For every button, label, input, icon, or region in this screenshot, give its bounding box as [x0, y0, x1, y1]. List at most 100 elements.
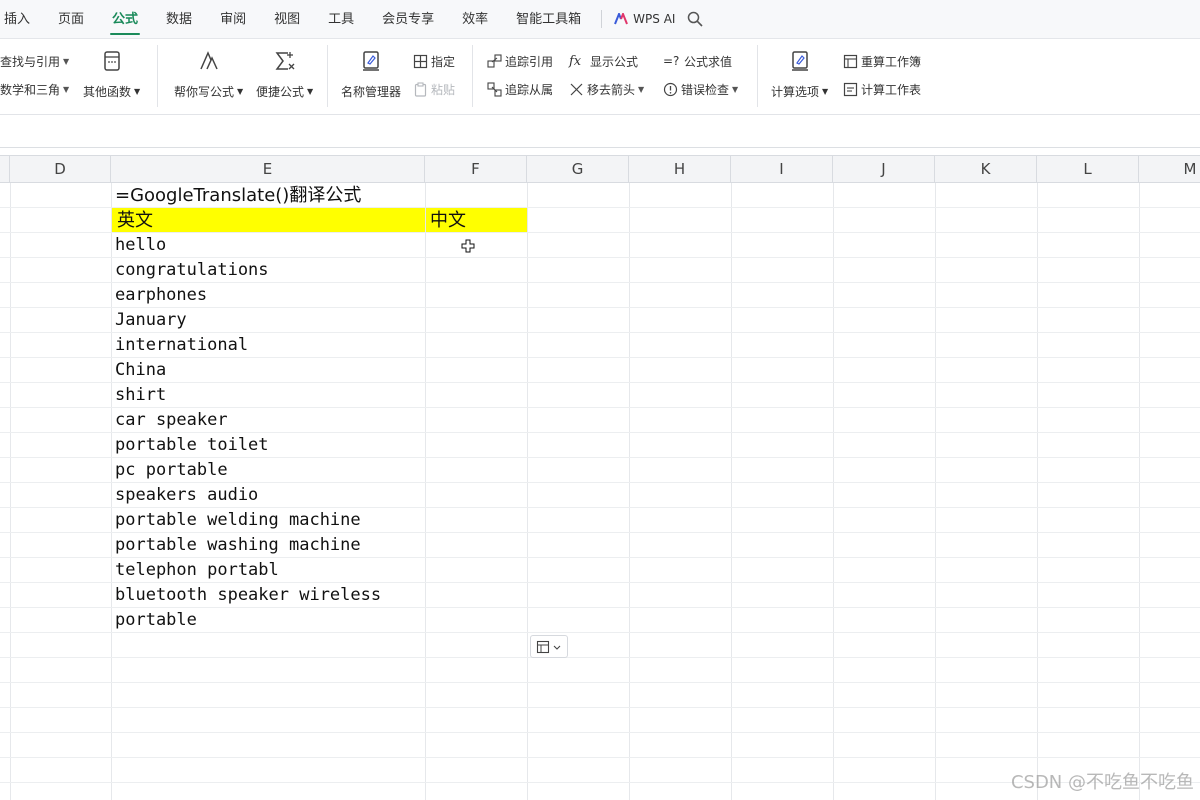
- word-cell[interactable]: portable toilet: [115, 433, 269, 458]
- grid-row-line: [0, 607, 1200, 608]
- word-cell[interactable]: portable washing machine: [115, 533, 361, 558]
- menu-divider: [601, 10, 603, 28]
- word-cell[interactable]: car speaker: [115, 408, 228, 433]
- trace-dependents-icon: [487, 82, 502, 97]
- chevron-down-icon: ▼: [732, 85, 739, 94]
- grid-row-line: [0, 232, 1200, 233]
- column-header-h[interactable]: H: [629, 156, 731, 183]
- word-cell[interactable]: hello: [115, 233, 166, 258]
- trace-precedents-button[interactable]: 追踪引用: [487, 53, 553, 70]
- tab-member[interactable]: 会员专享: [368, 0, 448, 39]
- word-cell[interactable]: China: [115, 358, 166, 383]
- specify-button[interactable]: 指定: [413, 53, 455, 70]
- title-cell[interactable]: =GoogleTranslate()翻译公式: [115, 183, 361, 208]
- word-cell[interactable]: portable: [115, 608, 197, 633]
- ribbon-divider: [327, 45, 328, 107]
- grid-row-line: [0, 582, 1200, 583]
- sheet-grid[interactable]: =GoogleTranslate()翻译公式 英文 中文 hello congr…: [0, 183, 1200, 800]
- paste-options-button[interactable]: [530, 635, 568, 658]
- grid-row-line: [0, 682, 1200, 683]
- grid-row-line: [0, 657, 1200, 658]
- word-cell[interactable]: shirt: [115, 383, 166, 408]
- ribbon-divider: [157, 45, 158, 107]
- cell-cursor-icon: [461, 239, 475, 253]
- evaluate-icon: =?: [663, 54, 680, 68]
- function-library-icon: [103, 51, 120, 71]
- word-cell[interactable]: portable welding machine: [115, 508, 361, 533]
- word-cell[interactable]: January: [115, 308, 187, 333]
- chevron-down-icon: ▼: [63, 85, 70, 94]
- grid-row-line: [0, 757, 1200, 758]
- column-header-m[interactable]: M: [1139, 156, 1200, 183]
- grid-row-line: [0, 407, 1200, 408]
- tab-formula[interactable]: 公式: [98, 0, 152, 39]
- quick-formula-button[interactable]: 便捷公式 ▼: [256, 49, 313, 100]
- column-header-i[interactable]: I: [731, 156, 833, 183]
- tab-review[interactable]: 审阅: [206, 0, 260, 39]
- tab-insert[interactable]: 插入: [0, 0, 44, 39]
- error-check-button[interactable]: 错误检查 ▼: [663, 81, 738, 98]
- paste-options-icon: [536, 640, 561, 653]
- word-cell[interactable]: earphones: [115, 283, 207, 308]
- error-check-icon: [663, 82, 678, 97]
- calc-sheet-button[interactable]: 计算工作表: [843, 81, 921, 98]
- name-manager-button[interactable]: 名称管理器: [341, 49, 401, 100]
- menu-bar: 插入 页面 公式 数据 审阅 视图 工具 会员专享 效率 智能工具箱 WPS A…: [0, 0, 1200, 39]
- ribbon-divider: [757, 45, 758, 107]
- ribbon-toolbar: 查找与引用 ▼ 数学和三角 ▼ 其他函数 ▼ 帮你写公式 ▼ 便捷公式 ▼ 名称…: [0, 39, 1200, 115]
- ribbon-divider: [472, 45, 473, 107]
- evaluate-formula-button[interactable]: =? 公式求值: [663, 53, 732, 70]
- word-cell[interactable]: congratulations: [115, 258, 269, 283]
- word-cell[interactable]: pc portable: [115, 458, 228, 483]
- help-write-formula-button[interactable]: 帮你写公式 ▼: [174, 49, 243, 100]
- column-header-g[interactable]: G: [527, 156, 629, 183]
- grid-row-line: [0, 307, 1200, 308]
- column-header-j[interactable]: J: [833, 156, 935, 183]
- header-chinese-cell[interactable]: 中文: [430, 208, 466, 233]
- fx-icon: fx: [569, 54, 582, 69]
- chevron-down-icon: ▼: [638, 85, 645, 94]
- trace-precedents-icon: [487, 54, 502, 68]
- word-cell[interactable]: speakers audio: [115, 483, 258, 508]
- trace-dependents-button[interactable]: 追踪从属: [487, 81, 553, 98]
- paste-icon: [414, 82, 427, 97]
- formula-bar[interactable]: [0, 116, 1200, 148]
- watermark: CSDN @不吃鱼不吃鱼: [1010, 772, 1194, 793]
- column-header-l[interactable]: L: [1037, 156, 1139, 183]
- remove-arrows-button[interactable]: 移去箭头 ▼: [569, 81, 644, 98]
- grid-row-line: [0, 532, 1200, 533]
- word-cell[interactable]: international: [115, 333, 248, 358]
- other-functions-button[interactable]: 其他函数 ▼: [83, 49, 140, 100]
- tab-view[interactable]: 视图: [260, 0, 314, 39]
- search-icon[interactable]: [687, 11, 704, 27]
- tab-smart-toolbox[interactable]: 智能工具箱: [502, 0, 595, 39]
- grid-row-line: [0, 382, 1200, 383]
- ai-formula-icon: [199, 51, 218, 70]
- word-cell[interactable]: bluetooth speaker wireless: [115, 583, 381, 608]
- sigma-icon: [275, 52, 295, 70]
- grid-row-line: [0, 207, 1200, 208]
- calc-options-button[interactable]: 计算选项 ▼: [771, 49, 828, 100]
- show-formulas-button[interactable]: fx 显示公式: [569, 53, 638, 70]
- column-header-e[interactable]: E: [111, 156, 425, 183]
- column-header-d[interactable]: D: [10, 156, 111, 183]
- paste-name-button[interactable]: 粘贴: [413, 81, 455, 98]
- grid-row-line: [0, 257, 1200, 258]
- tab-tools[interactable]: 工具: [314, 0, 368, 39]
- tab-data[interactable]: 数据: [152, 0, 206, 39]
- lookup-reference-button[interactable]: 查找与引用 ▼: [0, 53, 69, 70]
- grid-row-line: [0, 632, 1200, 633]
- grid-row-line: [0, 357, 1200, 358]
- recalc-workbook-button[interactable]: 重算工作簿: [843, 53, 921, 70]
- grid-specify-icon: [413, 54, 428, 69]
- math-trig-button[interactable]: 数学和三角 ▼: [0, 81, 69, 98]
- column-header-f[interactable]: F: [425, 156, 527, 183]
- grid-row-line: [0, 432, 1200, 433]
- tab-page[interactable]: 页面: [44, 0, 98, 39]
- wps-ai-button[interactable]: WPS AI: [608, 12, 681, 26]
- name-manager-icon: [363, 51, 379, 71]
- column-header-k[interactable]: K: [935, 156, 1037, 183]
- word-cell[interactable]: telephon portabl: [115, 558, 279, 583]
- header-english-cell[interactable]: 英文: [117, 208, 153, 233]
- tab-efficiency[interactable]: 效率: [448, 0, 502, 39]
